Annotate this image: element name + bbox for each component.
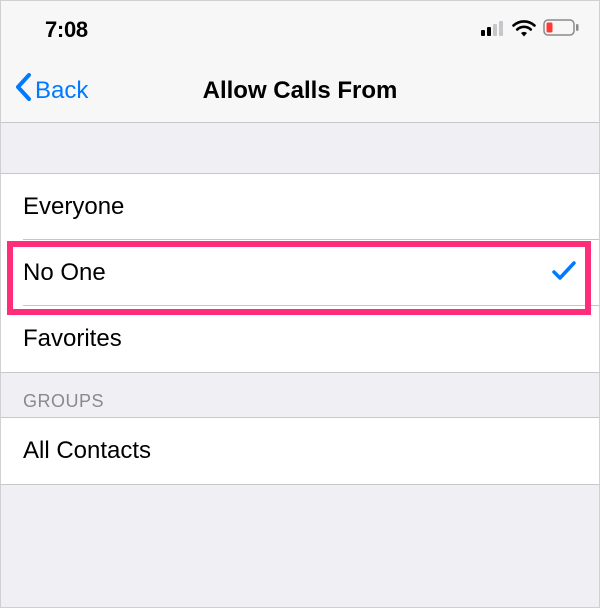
option-label: Favorites [23,325,122,353]
option-everyone[interactable]: Everyone [1,174,599,240]
page-title: Allow Calls From [1,77,599,105]
groups-header: GROUPS [1,373,599,417]
checkmark-icon [551,260,577,287]
option-label: No One [23,259,106,287]
option-favorites[interactable]: Favorites [1,306,599,372]
option-label: All Contacts [23,437,151,465]
wifi-icon [512,19,536,42]
section-spacer [1,123,599,173]
screen: 7:08 [0,0,600,608]
back-button[interactable]: Back [15,73,88,108]
option-all-contacts[interactable]: All Contacts [1,418,599,484]
battery-low-icon [543,19,579,41]
status-bar: 7:08 [1,1,599,59]
allow-calls-options: Everyone No One Favorites [1,173,599,373]
option-label: Everyone [23,193,124,221]
back-label: Back [35,77,88,105]
chevron-left-icon [15,73,33,108]
cell-signal-icon [481,20,505,41]
nav-bar: Back Allow Calls From [1,59,599,123]
status-time: 7:08 [45,17,88,43]
status-icons [481,19,579,42]
groups-section: All Contacts [1,417,599,485]
option-no-one[interactable]: No One [1,240,599,306]
